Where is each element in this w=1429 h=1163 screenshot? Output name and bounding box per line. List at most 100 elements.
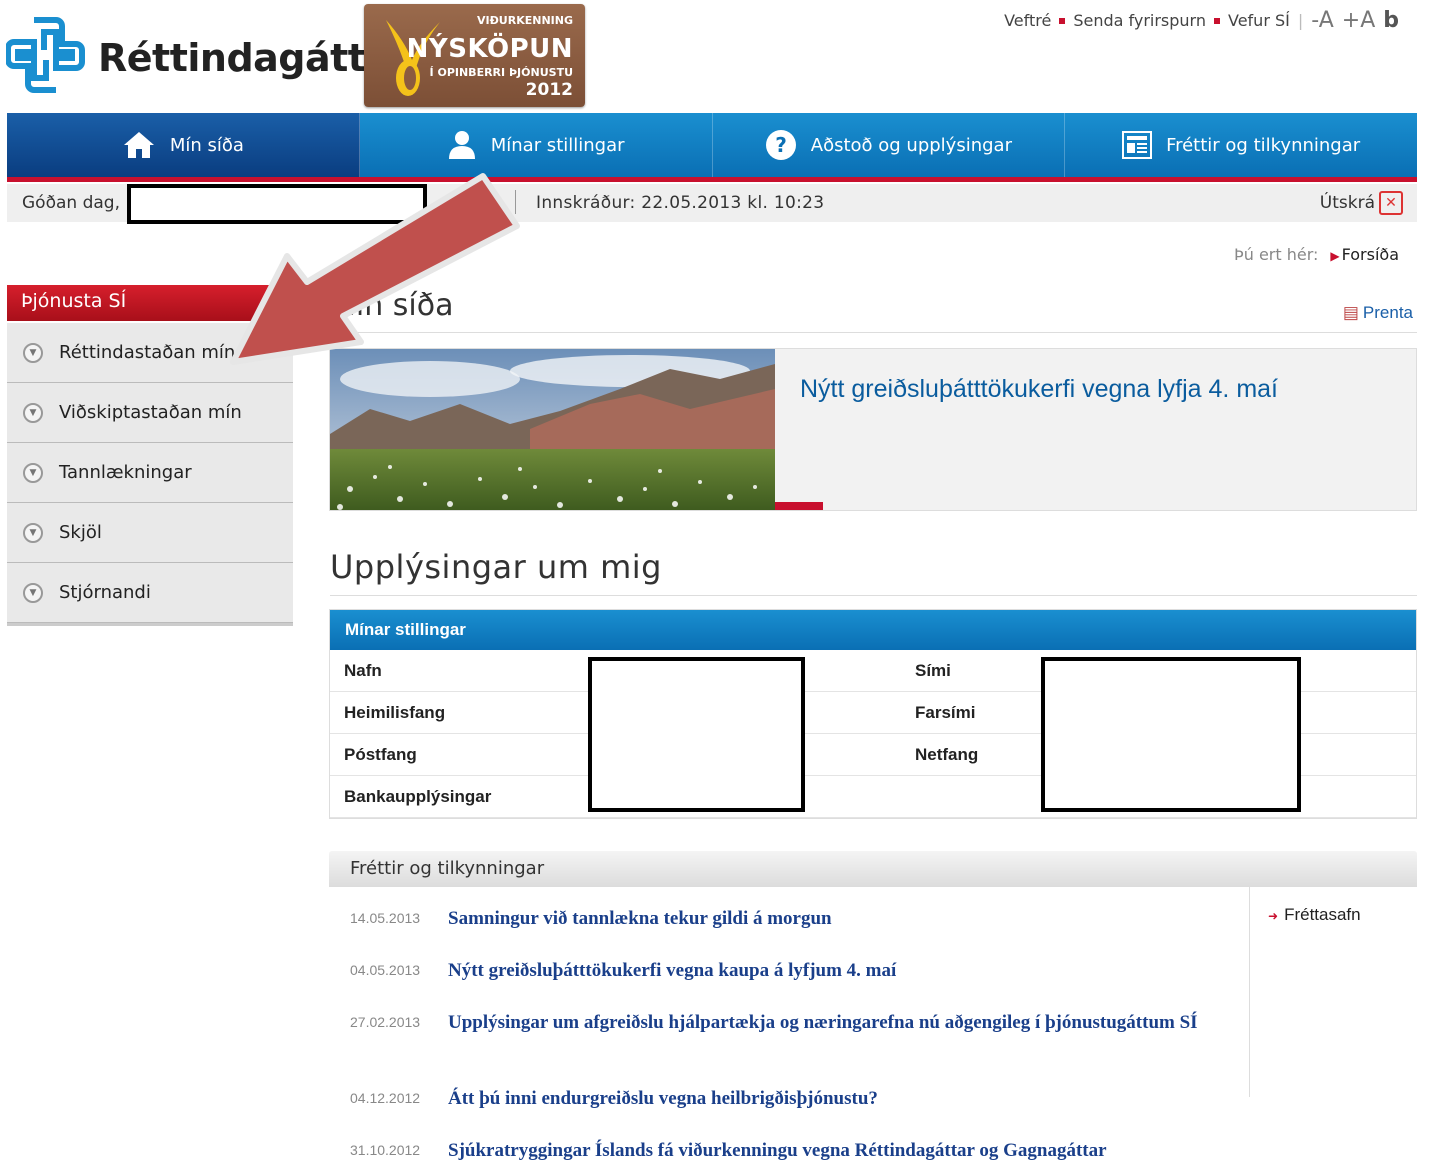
field-label: Sími	[915, 661, 951, 680]
logo-cross-icon	[5, 17, 85, 93]
arrow-right-icon: ➜	[1268, 909, 1279, 923]
award-line3: Í OPINBERRI ÞJÓNUSTU	[429, 66, 573, 79]
redacted-personal-info	[588, 657, 805, 812]
divider	[515, 190, 516, 214]
banner-headline[interactable]: Nýtt greiðsluþátttökukerfi vegna lyfja 4…	[800, 375, 1278, 404]
news-date: 04.12.2012	[350, 1090, 421, 1106]
news-archive-label: Fréttasafn	[1284, 905, 1361, 924]
redacted-contact-info	[1041, 657, 1301, 812]
chevron-down-icon: ▼	[23, 402, 43, 423]
banner-accent	[775, 502, 823, 510]
separator-icon	[1059, 17, 1066, 24]
nav-item-news[interactable]: Fréttir og tilkynningar	[1065, 113, 1417, 177]
news-link[interactable]: Samningur við tannlækna tekur gildi á mo…	[448, 906, 1230, 931]
sidebar-item-admin[interactable]: ▼ Stjórnandi	[7, 563, 293, 623]
news-date: 27.02.2013	[350, 1014, 421, 1030]
breadcrumb: Þú ert hér: ▶ Forsíða	[1234, 245, 1399, 264]
award-line2: NÝSKÖPUN	[406, 34, 573, 64]
sidebar-item-label: Tannlækningar	[59, 462, 192, 483]
logo-text: Réttindagátt	[98, 36, 366, 80]
breadcrumb-prefix: Þú ert hér:	[1234, 245, 1319, 264]
caret-right-icon: ▶	[1330, 249, 1340, 263]
list-item: 04.12.2012 Átt þú inni endurgreiðslu veg…	[350, 1086, 1230, 1111]
divider	[330, 595, 1417, 596]
sidebar-item-rights-status[interactable]: ▼ Réttindastaðan mín	[7, 323, 293, 383]
logout-link[interactable]: Útskrá	[1320, 193, 1375, 213]
nav-label: Aðstoð og upplýsingar	[810, 134, 1012, 156]
nav-label: Mín síða	[169, 134, 244, 156]
chevron-down-icon: ▼	[23, 522, 43, 543]
news-date: 04.05.2013	[350, 962, 421, 978]
svg-text:?: ?	[775, 133, 787, 157]
award-year: 2012	[525, 80, 573, 100]
nav-label: Fréttir og tilkynningar	[1166, 134, 1361, 156]
print-button[interactable]: ▤ Prenta	[1343, 303, 1413, 323]
divider	[330, 332, 1417, 333]
nav-item-my-settings[interactable]: Mínar stillingar	[360, 113, 713, 177]
info-table: Mínar stillingar Nafn Sími Heimilisfang …	[329, 609, 1417, 819]
field-label: Heimilisfang	[344, 703, 446, 722]
list-item: 27.02.2013 Upplýsingar um afgreiðslu hjá…	[350, 1010, 1230, 1035]
main-nav: Mín síða Mínar stillingar ? Aðstoð og up…	[7, 113, 1417, 182]
list-item: 31.10.2012 Sjúkratryggingar Íslands fá v…	[350, 1138, 1230, 1163]
home-icon	[123, 132, 154, 158]
sitemap-link[interactable]: Veftré	[1004, 11, 1051, 30]
divider	[1249, 887, 1250, 1097]
news-archive-link[interactable]: ➜ Fréttasafn	[1268, 905, 1361, 925]
field-label: Netfang	[915, 745, 979, 764]
print-label: Prenta	[1362, 303, 1413, 322]
top-links: Veftré Senda fyrirspurn Vefur SÍ | -A +A…	[1004, 8, 1399, 33]
sidebar-item-label: Skjöl	[59, 522, 102, 543]
news-date: 14.05.2013	[350, 910, 421, 926]
sidebar-list: ▼ Réttindastaðan mín ▼ Viðskiptastaðan m…	[7, 323, 293, 626]
sidebar-item-documents[interactable]: ▼ Skjöl	[7, 503, 293, 563]
sidebar-item-label: Stjórnandi	[59, 582, 151, 603]
sidebar-item-label: Viðskiptastaðan mín	[59, 402, 242, 423]
info-table-header: Mínar stillingar	[330, 610, 1416, 650]
contrast-button[interactable]: b	[1383, 8, 1399, 33]
nav-label: Mínar stillingar	[490, 134, 625, 156]
field-label: Farsími	[915, 703, 976, 722]
send-query-link[interactable]: Senda fyrirspurn	[1073, 11, 1206, 30]
featured-banner[interactable]: Nýtt greiðsluþátttökukerfi vegna lyfja 4…	[329, 348, 1417, 511]
help-icon: ?	[765, 130, 796, 160]
chevron-down-icon: ▼	[23, 582, 43, 603]
list-item: 04.05.2013 Nýtt greiðsluþátttökukerfi ve…	[350, 958, 1230, 983]
field-label: Póstfang	[344, 745, 417, 764]
news-link[interactable]: Nýtt greiðsluþátttökukerfi vegna kaupa á…	[448, 958, 1230, 983]
close-icon[interactable]: ✕	[1379, 191, 1403, 215]
award-line1: VIÐURKENNING	[476, 14, 573, 27]
login-time: Innskráður: 22.05.2013 kl. 10:23	[536, 193, 825, 213]
website-link[interactable]: Vefur SÍ	[1228, 11, 1290, 30]
list-item: 14.05.2013 Samningur við tannlækna tekur…	[350, 906, 1230, 931]
page-title: Mín síða	[330, 288, 454, 323]
chevron-down-icon: ▼	[23, 342, 43, 363]
separator-icon	[1214, 17, 1220, 24]
field-label: Nafn	[344, 661, 382, 680]
user-icon	[448, 131, 475, 159]
divider: |	[1297, 11, 1304, 30]
greeting-bar: Góðan dag, Innskráður: 22.05.2013 kl. 10…	[7, 184, 1417, 224]
news-link[interactable]: Átt þú inni endurgreiðslu vegna heilbrig…	[448, 1086, 1230, 1111]
printer-icon: ▤	[1342, 303, 1359, 322]
decrease-font-button[interactable]: -A	[1311, 8, 1334, 33]
sidebar-item-account-status[interactable]: ▼ Viðskiptastaðan mín	[7, 383, 293, 443]
chevron-down-icon: ▼	[23, 462, 43, 483]
news-link[interactable]: Sjúkratryggingar Íslands fá viðurkenning…	[448, 1138, 1230, 1163]
nav-item-my-page[interactable]: Mín síða	[7, 113, 360, 177]
redacted-username	[127, 184, 427, 224]
sidebar-title: Þjónusta SÍ	[7, 285, 293, 321]
news-icon	[1122, 131, 1153, 159]
nav-item-help[interactable]: ? Aðstoð og upplýsingar	[713, 113, 1066, 177]
sidebar-item-dentistry[interactable]: ▼ Tannlækningar	[7, 443, 293, 503]
field-label: Bankaupplýsingar	[344, 787, 492, 806]
section-title: Upplýsingar um mig	[330, 548, 662, 586]
news-link[interactable]: Upplýsingar um afgreiðslu hjálpartækja o…	[448, 1010, 1230, 1035]
increase-font-button[interactable]: +A	[1342, 8, 1375, 33]
landscape-image	[330, 349, 775, 510]
breadcrumb-current[interactable]: Forsíða	[1342, 245, 1399, 264]
award-badge: VIÐURKENNING NÝSKÖPUN Í OPINBERRI ÞJÓNUS…	[364, 4, 585, 107]
sidebar-item-label: Réttindastaðan mín	[59, 342, 236, 363]
news-section-title: Fréttir og tilkynningar	[329, 851, 1417, 887]
news-date: 31.10.2012	[350, 1142, 421, 1158]
